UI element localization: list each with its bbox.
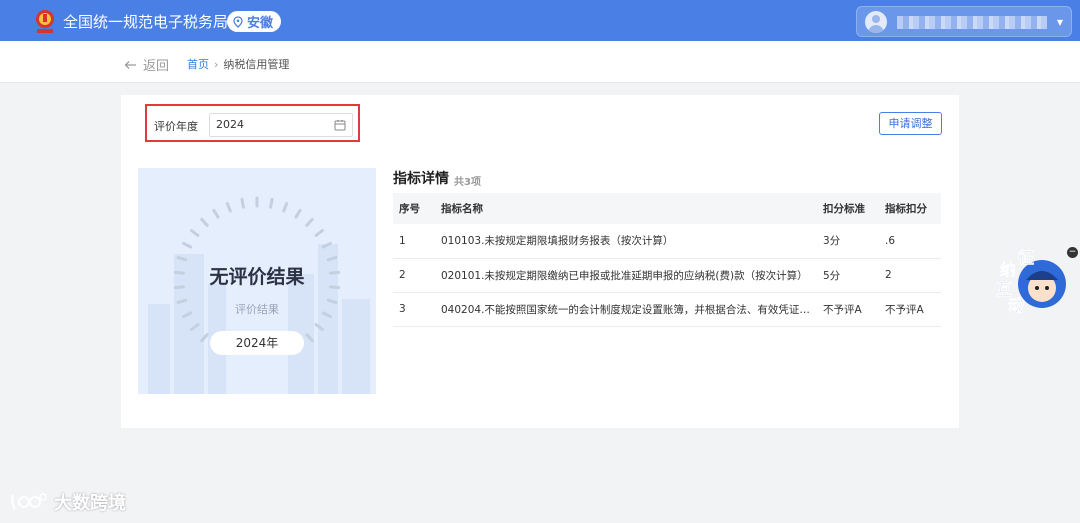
table-cell: 2 xyxy=(393,258,435,293)
caret-down-icon: ▼ xyxy=(1056,18,1063,27)
calendar-icon xyxy=(334,120,346,131)
column-header: 指标名称 xyxy=(435,193,817,224)
ring-tick xyxy=(225,202,232,213)
table-cell: 1 xyxy=(393,224,435,259)
breadcrumb-current: 纳税信用管理 xyxy=(223,58,290,71)
column-header: 序号 xyxy=(393,193,435,224)
breadcrumb: 首页 › 纳税信用管理 xyxy=(187,56,289,72)
table-cell: .6 xyxy=(879,224,941,259)
top-header: 全国统一规范电子税务局 安徽 ▼ xyxy=(0,0,1080,41)
location-pin-icon xyxy=(233,15,243,28)
ring-tick xyxy=(200,217,209,227)
table-row: 2 020101.未按规定期限缴纳已申报或批准延期申报的应纳税(费)款（按次计算… xyxy=(393,258,941,293)
result-year-badge: 2024年 xyxy=(210,331,304,355)
table-cell: 040204.不能按照国家统一的会计制度规定设置账簿，并根据合法、有效凭证核算.… xyxy=(435,292,817,327)
table-cell: 5分 xyxy=(817,258,879,293)
ring-tick xyxy=(240,197,245,209)
user-name-blurred xyxy=(897,16,1047,29)
tax-interaction-widget[interactable]: 征 纳 互 动 xyxy=(994,244,1070,318)
ring-tick xyxy=(326,256,338,262)
ring-tick xyxy=(212,208,220,219)
column-header: 指标扣分 xyxy=(879,193,941,224)
ring-tick xyxy=(314,229,324,237)
table-row: 3 040204.不能按照国家统一的会计制度规定设置账簿，并根据合法、有效凭证核… xyxy=(393,292,941,327)
result-panel: 无评价结果 评价结果 2024年 xyxy=(138,168,376,394)
breadcrumb-home-link[interactable]: 首页 xyxy=(187,56,209,72)
app-title: 全国统一规范电子税务局 xyxy=(63,13,229,31)
ring-tick xyxy=(305,333,314,343)
table-cell: 不予评A xyxy=(817,292,879,327)
ring-tick xyxy=(190,229,200,237)
ring-tick xyxy=(190,323,200,331)
chevron-right-icon: › xyxy=(214,57,219,71)
column-header: 扣分标准 xyxy=(817,193,879,224)
region-label: 安徽 xyxy=(247,16,274,31)
table-cell: 2 xyxy=(879,258,941,293)
details-title: 指标详情 xyxy=(393,171,449,187)
result-title: 无评价结果 xyxy=(209,266,305,288)
back-label: 返回 xyxy=(143,59,170,74)
table-row: 1 010103.未按规定期限填报财务报表（按次计算） 3分 .6 xyxy=(393,224,941,259)
user-menu[interactable]: ▼ xyxy=(856,6,1072,37)
breadcrumb-bar: 返回 首页 › 纳税信用管理 xyxy=(0,41,1080,83)
avatar xyxy=(865,11,887,33)
year-filter: 评价年度 2024 xyxy=(145,104,360,142)
widget-char: 动 xyxy=(1008,296,1025,316)
result-subtitle: 评价结果 xyxy=(235,303,279,316)
back-button[interactable]: 返回 xyxy=(124,55,169,74)
ring-tick xyxy=(321,241,332,249)
table-cell: 010103.未按规定期限填报财务报表（按次计算） xyxy=(435,224,817,259)
watermark: 大数跨境 xyxy=(10,489,126,515)
watermark-text: 大数跨境 xyxy=(54,493,126,514)
credit-card-panel: 评价年度 2024 申请调整 无评价结果 评价结果 2024年 指标详情 共3项 xyxy=(121,95,959,428)
ring-tick xyxy=(282,202,289,213)
table-cell: 3分 xyxy=(817,224,879,259)
ring-tick xyxy=(182,241,193,249)
ring-tick xyxy=(305,217,314,227)
year-picker-input[interactable]: 2024 xyxy=(209,113,353,137)
watermark-logo-icon xyxy=(11,493,47,510)
ring-tick xyxy=(176,256,188,262)
ring-tick xyxy=(314,323,324,331)
indicator-table: 序号 指标名称 扣分标准 指标扣分 1 010103.未按规定期限填报财务报表（… xyxy=(393,193,941,327)
table-header-row: 序号 指标名称 扣分标准 指标扣分 xyxy=(393,193,941,224)
apply-adjust-button[interactable]: 申请调整 xyxy=(879,112,942,135)
table-cell: 020101.未按规定期限缴纳已申报或批准延期申报的应纳税(费)款（按次计算） xyxy=(435,258,817,293)
widget-close-icon[interactable]: − xyxy=(1067,247,1078,258)
details-count: 共3项 xyxy=(454,177,481,188)
year-value: 2024 xyxy=(216,118,244,131)
ring-tick xyxy=(294,208,302,219)
table-cell: 不予评A xyxy=(879,292,941,327)
year-label: 评价年度 xyxy=(154,120,198,133)
region-selector[interactable]: 安徽 xyxy=(227,11,282,32)
table-cell: 3 xyxy=(393,292,435,327)
arrow-left-icon xyxy=(124,60,136,69)
tax-emblem-icon xyxy=(36,10,54,33)
ring-tick xyxy=(269,197,274,209)
ring-tick xyxy=(200,333,209,343)
widget-char: 征 xyxy=(1018,248,1035,268)
